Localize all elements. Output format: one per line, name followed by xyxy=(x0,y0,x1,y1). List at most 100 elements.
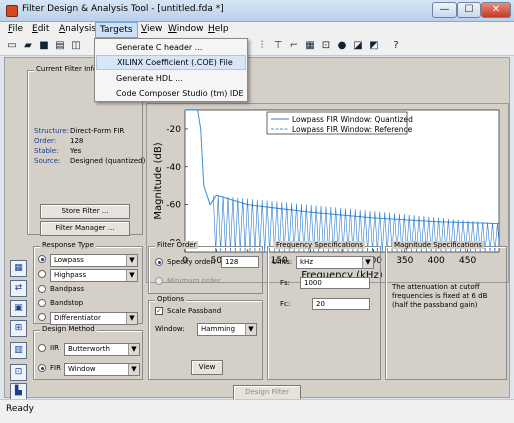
transform-filter-icon[interactable]: ⇄ xyxy=(10,280,27,297)
minimum-order-label: Minimum order xyxy=(167,277,221,285)
fir-method-select[interactable]: Window ▼ xyxy=(64,363,140,376)
full-view-icon[interactable]: ◩ xyxy=(368,40,380,52)
source-label: Source: xyxy=(34,157,61,165)
coefficients-icon[interactable]: ◪ xyxy=(352,40,364,52)
menu-item-generate-c-header[interactable]: Generate C header ... xyxy=(96,40,246,55)
chevron-down-icon: ▼ xyxy=(126,255,137,266)
options-title: Options xyxy=(155,295,187,303)
menu-item-xilinx-coe-file[interactable]: XILINX Coefficient (.COE) File xyxy=(96,55,246,70)
store-filter-button[interactable]: Store Filter ... xyxy=(40,204,130,219)
fir-method-value: Window xyxy=(68,365,96,373)
magnitude-specs-group: Magnitude Specifications The attenuation… xyxy=(385,241,507,380)
iir-label: IIR xyxy=(50,344,59,352)
menu-window[interactable]: Window xyxy=(168,24,204,34)
frequency-specs-title: Frequency Specifications xyxy=(274,241,365,249)
filter-order-title: Filter Order xyxy=(155,241,199,249)
highpass-select-value: Highpass xyxy=(54,271,87,279)
status-text: Ready xyxy=(6,404,34,414)
menu-edit[interactable]: Edit xyxy=(32,24,49,34)
print-icon[interactable]: ▤ xyxy=(54,40,66,52)
lowpass-select[interactable]: Lowpass ▼ xyxy=(50,254,138,267)
new-icon[interactable]: ▭ xyxy=(6,40,18,52)
bandstop-label: Bandstop xyxy=(50,299,84,307)
targets-dropdown-menu: Generate C header ... XILINX Coefficient… xyxy=(94,38,248,102)
bandstop-radio[interactable] xyxy=(38,299,46,307)
sample-rate-icon[interactable]: ▣ xyxy=(10,300,27,317)
chevron-down-icon: ▼ xyxy=(128,364,139,375)
fs-input[interactable]: 1000 xyxy=(300,277,370,289)
menu-view-label: iew xyxy=(146,24,163,34)
print-preview-icon[interactable]: ◫ xyxy=(70,40,82,52)
filter-manager-button[interactable]: Filter Manager ... xyxy=(40,221,130,236)
y-tick-label: -60 xyxy=(166,201,181,211)
bandpass-label: Bandpass xyxy=(50,285,84,293)
window-title: Filter Design & Analysis Tool - [untitle… xyxy=(22,4,224,14)
y-tick-label: -40 xyxy=(166,163,181,173)
menu-view[interactable]: View xyxy=(141,24,162,34)
menu-analysis[interactable]: Analysis xyxy=(59,24,96,34)
chevron-down-icon: ▼ xyxy=(128,344,139,355)
design-filter-panel-icon[interactable]: ▦ xyxy=(10,260,27,277)
pole-zero-editor-icon[interactable]: ⊞ xyxy=(10,320,27,337)
step-response-icon[interactable]: ▦ xyxy=(304,40,316,52)
differentiator-select-value: Differentiator xyxy=(54,314,101,322)
frequency-specs-group: Frequency Specifications Units: kHz ▼ Fs:… xyxy=(267,241,381,380)
fs-label: Fs: xyxy=(280,279,291,287)
magnitude-phase-icon[interactable]: ⫶ xyxy=(256,40,268,52)
window-label: Window: xyxy=(155,325,185,333)
iir-radio[interactable] xyxy=(38,344,46,352)
menu-file-label: ile xyxy=(12,24,24,34)
close-button[interactable]: ✕ xyxy=(481,2,511,18)
scale-passband-checkbox[interactable]: ✓ xyxy=(155,307,163,315)
iir-method-select[interactable]: Butterworth ▼ xyxy=(64,343,140,356)
menu-item-generate-hdl[interactable]: Generate HDL ... xyxy=(96,71,246,86)
design-method-title: Design Method xyxy=(40,325,97,333)
menu-help[interactable]: Help xyxy=(208,24,229,34)
differentiator-radio[interactable] xyxy=(38,313,46,321)
menu-targets[interactable]: Targets xyxy=(95,22,138,38)
highpass-radio[interactable] xyxy=(38,270,46,278)
chevron-down-icon: ▼ xyxy=(245,324,256,335)
whats-this-help-icon[interactable]: ? xyxy=(390,40,402,52)
minimum-order-radio[interactable] xyxy=(155,277,163,285)
filter-order-group: Filter Order Specify order: 128 Minimum … xyxy=(148,241,263,294)
view-window-button[interactable]: View xyxy=(191,360,223,375)
group-delay-icon[interactable]: ⊤ xyxy=(272,40,284,52)
stable-value: Yes xyxy=(70,147,82,155)
save-icon[interactable]: ■ xyxy=(38,40,50,52)
window-select[interactable]: Hamming ▼ xyxy=(197,323,257,336)
quantize-icon[interactable]: ⊡ xyxy=(10,364,27,381)
minimize-button[interactable]: — xyxy=(432,2,457,18)
open-icon[interactable]: ▰ xyxy=(22,40,34,52)
multirate-icon[interactable]: ▥ xyxy=(10,342,27,359)
iir-method-value: Butterworth xyxy=(68,345,110,353)
realize-model-icon[interactable]: ▙ xyxy=(10,383,27,400)
order-value: 128 xyxy=(70,137,84,145)
magnitude-specs-note: The attenuation at cutoff frequencies is… xyxy=(392,283,488,309)
units-select[interactable]: kHz ▼ xyxy=(296,256,374,269)
menu-bar: File Edit Analysis View Window Help xyxy=(0,22,514,38)
maximize-button[interactable]: ☐ xyxy=(457,2,481,18)
filter-info-icon[interactable]: ● xyxy=(336,40,348,52)
toolbar: ▭ ▰ ■ ▤ ◫ ⫶ ⊤ ⌐ ▦ ⊡ ● ◪ ◩ ? xyxy=(0,38,514,56)
response-type-group: Response Type Lowpass ▼ Highpass ▼ Bandpas… xyxy=(33,241,143,325)
bandpass-radio[interactable] xyxy=(38,285,46,293)
differentiator-select[interactable]: Differentiator ▼ xyxy=(50,312,138,325)
fir-radio[interactable] xyxy=(38,364,46,372)
menu-item-code-composer-studio[interactable]: Code Composer Studio (tm) IDE xyxy=(96,86,246,101)
lowpass-radio[interactable] xyxy=(38,255,46,263)
title-bar: Filter Design & Analysis Tool - [untitle… xyxy=(0,0,514,22)
status-bar: Ready xyxy=(0,399,514,423)
menu-help-label: elp xyxy=(214,24,229,34)
highpass-select[interactable]: Highpass ▼ xyxy=(50,269,138,282)
pole-zero-icon[interactable]: ⊡ xyxy=(320,40,332,52)
units-label: Units: xyxy=(272,258,293,266)
menu-file[interactable]: File xyxy=(8,24,23,34)
impulse-response-icon[interactable]: ⌐ xyxy=(288,40,300,52)
app-icon xyxy=(6,5,18,17)
fc-label: Fc: xyxy=(280,300,291,308)
fc-input[interactable]: 20 xyxy=(312,298,370,310)
design-filter-button[interactable]: Design Filter xyxy=(233,385,301,400)
specify-order-radio[interactable] xyxy=(155,258,163,266)
order-input[interactable]: 128 xyxy=(221,256,259,268)
